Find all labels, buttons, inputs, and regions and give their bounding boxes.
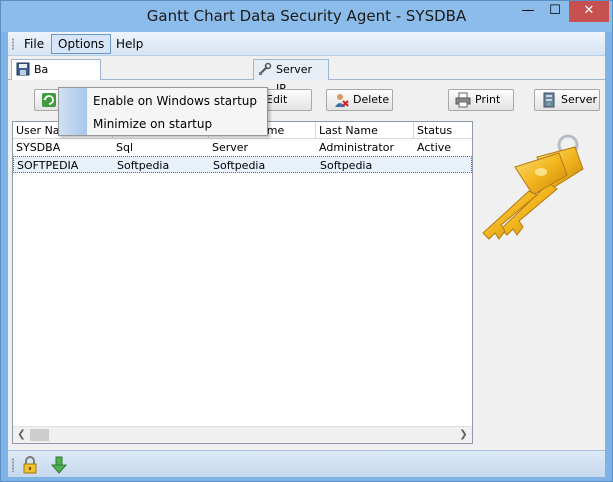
- cell-status: Active: [417, 141, 452, 154]
- save-icon: [16, 62, 30, 76]
- server-button[interactable]: Server: [534, 89, 600, 111]
- status-bar: [8, 450, 605, 477]
- scroll-right-arrow[interactable]: ❯: [455, 427, 472, 443]
- app-window: Gantt Chart Data Security Agent - SYSDBA…: [0, 0, 613, 482]
- column-header-last-name[interactable]: Last Name: [316, 122, 414, 139]
- tab-strip: Ba Server IP: [8, 56, 605, 95]
- options-dropdown-menu: Enable on Windows startup Minimize on st…: [58, 87, 268, 136]
- menu-grip[interactable]: [12, 38, 14, 50]
- server-button-label: Server: [561, 93, 598, 106]
- delete-user-icon: [335, 94, 349, 107]
- print-button-label: Print: [475, 93, 501, 106]
- menu-icon-strip: [59, 88, 87, 135]
- wrench-icon: [259, 62, 272, 75]
- server-icon: [543, 92, 555, 108]
- horizontal-scrollbar[interactable]: ❮ ❯: [13, 426, 472, 443]
- cell-first-name: Sql: [116, 141, 134, 154]
- scroll-left-arrow[interactable]: ❮: [13, 427, 30, 443]
- delete-button[interactable]: Delete: [326, 89, 393, 111]
- scroll-thumb[interactable]: [30, 429, 49, 441]
- tab-basic[interactable]: Ba: [11, 59, 101, 80]
- menu-item-enable-on-windows-startup[interactable]: Enable on Windows startup: [93, 90, 257, 112]
- cell-user-name: SOFTPEDIA: [17, 159, 79, 172]
- print-button[interactable]: Print: [448, 89, 514, 111]
- menu-options[interactable]: Options: [51, 34, 112, 54]
- keys-illustration: [482, 134, 584, 240]
- delete-button-label: Delete: [353, 93, 390, 106]
- cell-user-name: SYSDBA: [16, 141, 61, 154]
- edit-button-label: Edit: [266, 93, 288, 106]
- cell-last-name: Softpedia: [320, 159, 373, 172]
- statusbar-grip[interactable]: [12, 458, 14, 472]
- minimize-button[interactable]: —: [515, 1, 541, 22]
- cell-middle-name: Softpedia: [213, 159, 266, 172]
- close-button[interactable]: ✕: [569, 1, 609, 22]
- maximize-button[interactable]: ☐: [542, 1, 568, 22]
- tab-server-ip[interactable]: Server IP: [253, 59, 329, 95]
- download-icon[interactable]: [49, 455, 69, 475]
- menu-bar: File Options Help: [8, 32, 605, 56]
- users-table[interactable]: User Name First Name Middle Name Last Na…: [12, 121, 473, 444]
- cell-first-name: Softpedia: [117, 159, 170, 172]
- cell-middle-name: Server: [212, 141, 249, 154]
- menu-item-minimize-on-startup[interactable]: Minimize on startup: [93, 113, 212, 135]
- menu-file[interactable]: File: [18, 34, 50, 54]
- table-row[interactable]: SYSDBA Sql Server Administrator Active: [13, 139, 472, 156]
- column-header-status[interactable]: Status: [414, 122, 472, 139]
- cell-last-name: Administrator: [319, 141, 394, 154]
- printer-icon: [455, 92, 471, 108]
- title-bar[interactable]: Gantt Chart Data Security Agent - SYSDBA…: [1, 1, 612, 32]
- refresh-icon: [42, 93, 56, 107]
- cell-status: [415, 157, 473, 174]
- menu-help[interactable]: Help: [110, 34, 149, 54]
- lock-icon[interactable]: [20, 455, 40, 475]
- table-row-selected[interactable]: SOFTPEDIA Softpedia Softpedia Softpedia: [13, 156, 472, 173]
- client-area: File Options Help Ba Server IP: [8, 32, 605, 477]
- tab-basic-label: Ba: [34, 63, 49, 76]
